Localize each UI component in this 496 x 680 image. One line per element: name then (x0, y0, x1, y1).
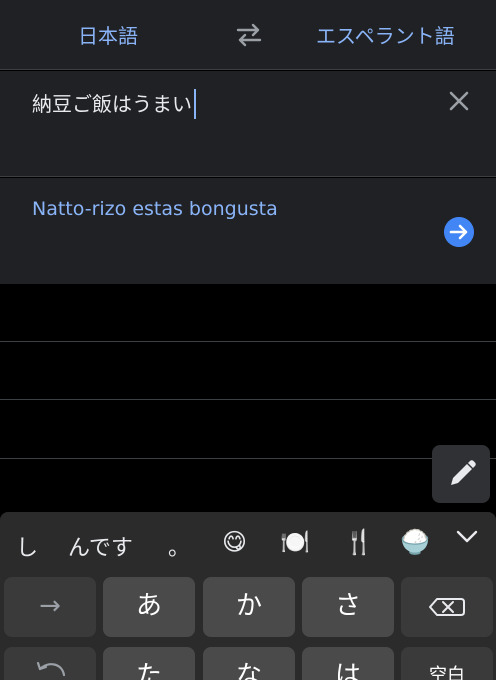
history-divider (0, 399, 496, 400)
key-ka[interactable]: か (203, 577, 295, 637)
chevron-down-icon[interactable] (456, 530, 478, 544)
handwriting-button[interactable] (432, 445, 490, 503)
suggestion-item[interactable]: んです (68, 530, 133, 562)
suggestion-item[interactable]: 。 (168, 530, 190, 562)
emoji-suggestion[interactable]: 🍽️ (280, 528, 310, 556)
key-ta[interactable]: た (103, 647, 195, 680)
key-sa[interactable]: さ (302, 577, 394, 637)
arrow-right-circle-icon[interactable] (444, 217, 474, 247)
source-text-value: 納豆ご飯はうまい (32, 92, 192, 116)
source-text-input[interactable]: 納豆ご飯はうまい (32, 88, 196, 119)
key-arrow[interactable]: → (4, 577, 96, 637)
translation-area: Natto-rizo estas bongusta (0, 178, 496, 284)
emoji-suggestion[interactable]: 🍚 (400, 528, 430, 556)
translation-text[interactable]: Natto-rizo estas bongusta (32, 198, 278, 220)
backspace-icon (429, 598, 465, 616)
delete-key[interactable] (401, 577, 493, 637)
emoji-suggestion[interactable]: 😋 (222, 528, 247, 556)
source-text-area[interactable]: 納豆ご飯はうまい (0, 71, 496, 177)
keyboard-suggestion-bar: し んです 。 😋 🍽️ 🍴 🍚 (0, 512, 496, 568)
pen-icon (451, 460, 476, 485)
space-key[interactable]: 空白 (401, 647, 493, 680)
emoji-suggestion[interactable]: 🍴 (344, 528, 374, 556)
history-divider (0, 341, 496, 342)
close-icon[interactable] (448, 90, 470, 112)
target-language-button[interactable]: エスペラント語 (316, 20, 455, 49)
undo-key[interactable] (4, 647, 96, 680)
key-ha[interactable]: は (302, 647, 394, 680)
key-na[interactable]: な (203, 647, 295, 680)
language-bar: 日本語 エスペラント語 (0, 0, 496, 70)
keyboard: → あ か さ た な は 空白 (0, 568, 496, 680)
key-a[interactable]: あ (103, 577, 195, 637)
text-caret (194, 88, 196, 119)
swap-arrows-icon[interactable] (234, 22, 264, 48)
undo-icon (36, 661, 66, 677)
history-divider (0, 458, 496, 459)
source-language-button[interactable]: 日本語 (78, 20, 138, 49)
suggestion-item[interactable]: し (16, 530, 38, 562)
